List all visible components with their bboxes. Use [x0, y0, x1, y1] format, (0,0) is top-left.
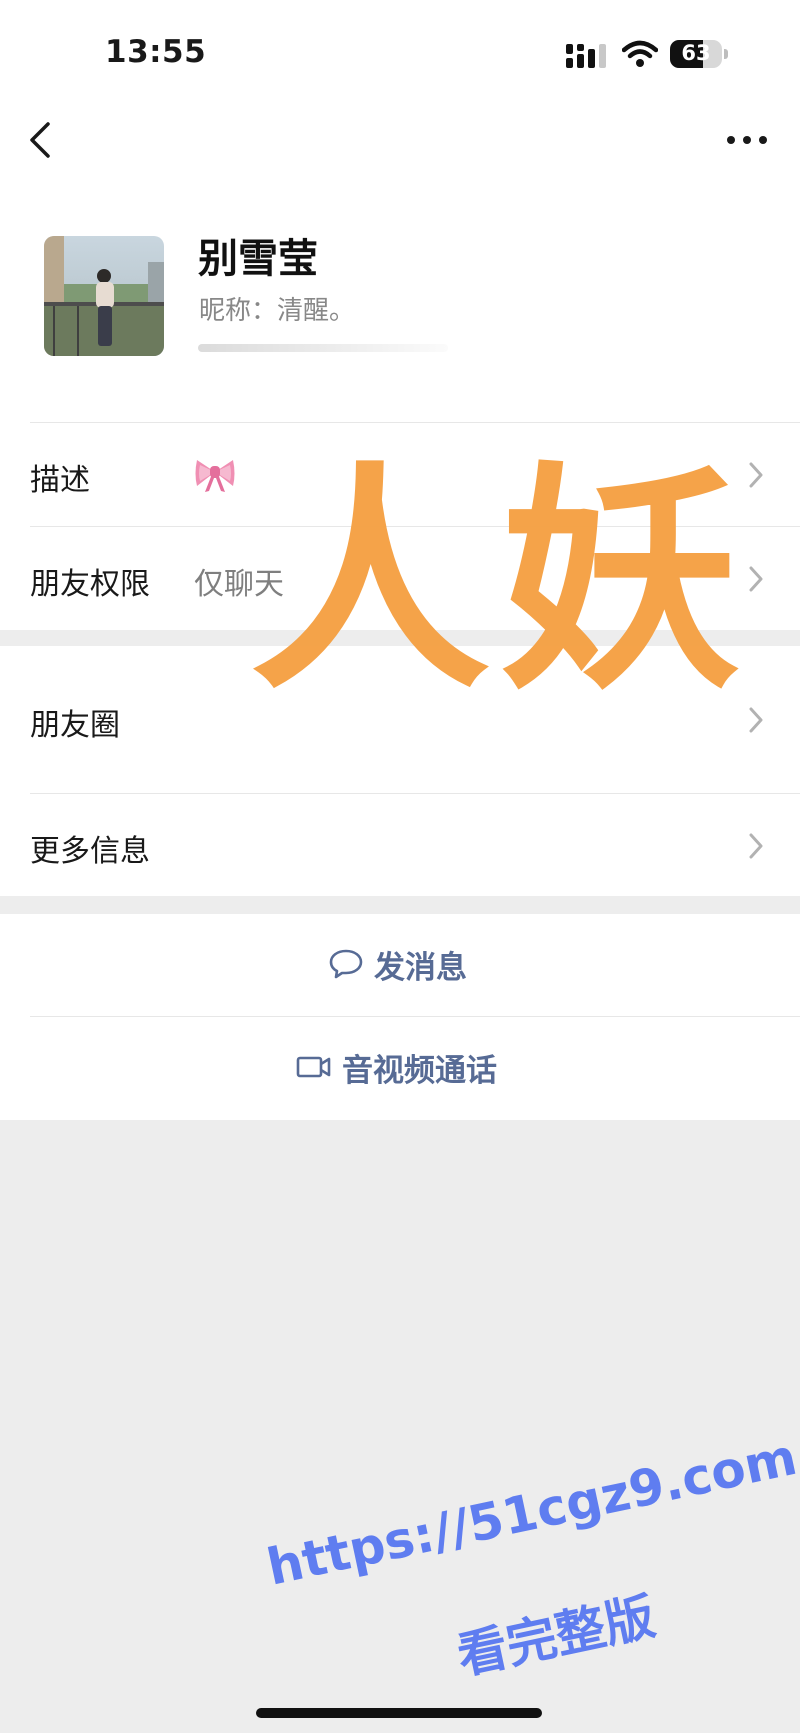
more-options-icon[interactable]	[724, 128, 770, 152]
overlay-watermark-text: 人妖	[250, 442, 751, 722]
profile-name: 别雪莹	[198, 236, 318, 282]
row-more-info-label: 更多信息	[30, 834, 150, 869]
nickname-label: 昵称：	[199, 296, 278, 326]
av-call-label: 音视频通话	[342, 1052, 497, 1089]
ribbon-bow-icon	[195, 460, 235, 492]
section-gap	[0, 896, 800, 914]
row-moments-label: 朋友圈	[30, 708, 120, 743]
wifi-icon	[622, 40, 658, 67]
cellular-signal-icon	[566, 44, 606, 68]
av-call-button[interactable]: 音视频通话	[0, 1017, 800, 1117]
battery-indicator: 63	[670, 40, 728, 68]
avatar[interactable]	[44, 236, 164, 356]
profile-nickname: 昵称：清醒。	[199, 290, 355, 327]
chat-bubble-icon	[329, 949, 363, 979]
row-more-info[interactable]: 更多信息	[0, 794, 800, 896]
status-time: 13:55	[105, 34, 207, 70]
send-message-button[interactable]: 发消息	[0, 914, 800, 1014]
sub-watermark: 看完整版	[452, 1587, 660, 1686]
home-indicator[interactable]	[256, 1708, 542, 1718]
row-friend-permission-label: 朋友权限	[30, 567, 150, 602]
chevron-right-icon	[749, 833, 763, 859]
blurred-info	[198, 344, 448, 352]
video-camera-icon	[296, 1056, 331, 1078]
url-watermark: https://51cgz9.com	[262, 1427, 800, 1597]
back-arrow-icon[interactable]	[24, 120, 60, 160]
row-description-label: 描述	[30, 463, 90, 498]
send-message-label: 发消息	[374, 949, 467, 986]
status-bar: 13:55 63	[0, 0, 800, 100]
nickname-value: 清醒。	[277, 296, 356, 326]
battery-percent: 63	[681, 41, 711, 65]
